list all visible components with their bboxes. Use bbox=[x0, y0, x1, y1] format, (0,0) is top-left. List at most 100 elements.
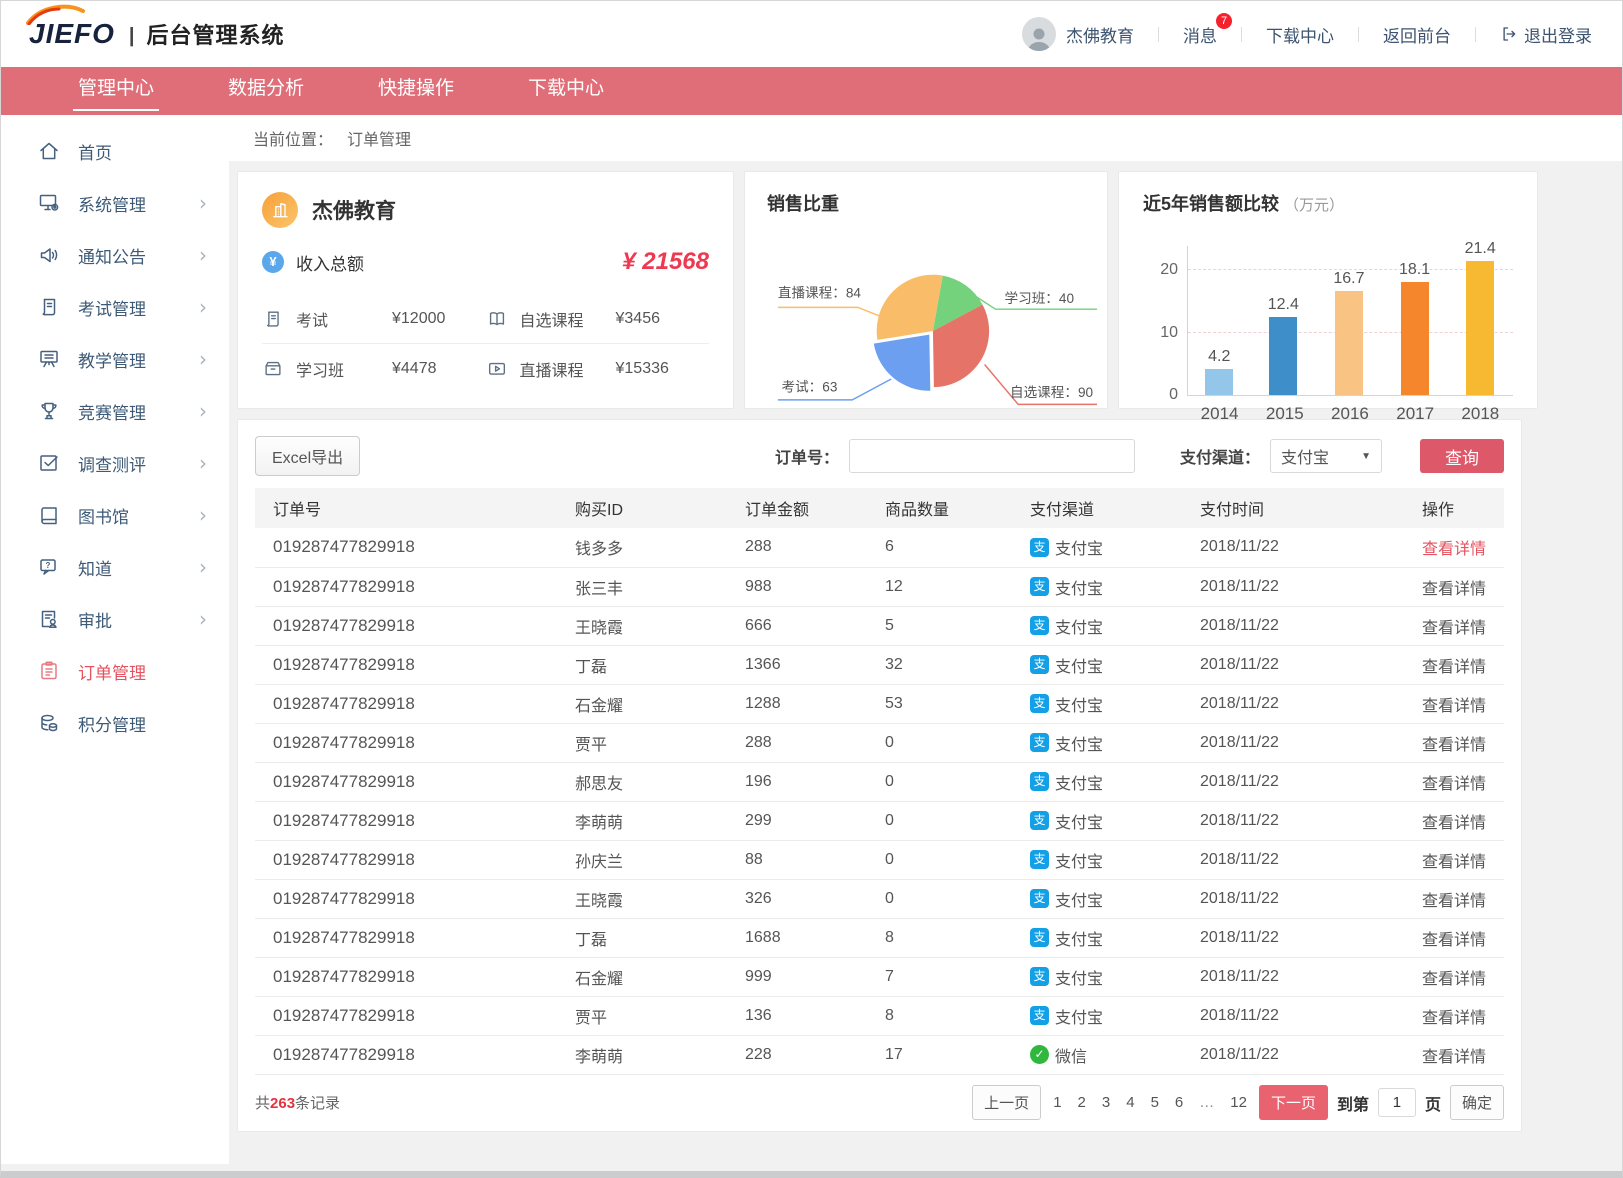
nav-tab-快捷操作[interactable]: 快捷操作 bbox=[341, 67, 491, 115]
alipay-icon: 支 bbox=[1030, 655, 1049, 674]
sidebar-item-图书馆[interactable]: 图书馆› bbox=[1, 489, 229, 541]
view-details-link[interactable]: 查看详情 bbox=[1422, 776, 1486, 793]
view-details-link[interactable]: 查看详情 bbox=[1422, 1049, 1486, 1066]
view-details-link[interactable]: 查看详情 bbox=[1422, 1010, 1486, 1027]
search-button[interactable]: 查询 bbox=[1420, 439, 1504, 473]
bar-chart-unit: （万元） bbox=[1284, 197, 1344, 214]
view-details-link[interactable]: 查看详情 bbox=[1422, 815, 1486, 832]
teaching-icon bbox=[37, 347, 61, 371]
sidebar-item-竞赛管理[interactable]: 竞赛管理› bbox=[1, 385, 229, 437]
view-details-link[interactable]: 查看详情 bbox=[1422, 854, 1486, 871]
pay-channel-select[interactable]: 支付宝 ▼ bbox=[1270, 439, 1382, 473]
excel-export-button[interactable]: Excel导出 bbox=[255, 436, 360, 476]
cell-action: 查看详情 bbox=[1422, 606, 1504, 645]
nav-tab-下载中心[interactable]: 下载中心 bbox=[491, 67, 641, 115]
goto-page-input[interactable] bbox=[1378, 1088, 1416, 1117]
view-details-link[interactable]: 查看详情 bbox=[1422, 737, 1486, 754]
sidebar-item-知道[interactable]: ?知道› bbox=[1, 541, 229, 593]
pay-channel-name: 支付宝 bbox=[1055, 770, 1103, 794]
sales-compare-card: 近5年销售额比较 （万元） 010204.212.416.718.121.4 2… bbox=[1118, 171, 1538, 409]
y-axis-tick: 10 bbox=[1148, 324, 1178, 342]
page-number-5[interactable]: 5 bbox=[1148, 1094, 1162, 1111]
view-details-link[interactable]: 查看详情 bbox=[1422, 893, 1486, 910]
messages-badge: 7 bbox=[1216, 13, 1232, 29]
cell-buyer-id: 郝思友 bbox=[575, 762, 745, 801]
back-to-front-link[interactable]: 返回前台 bbox=[1383, 22, 1451, 47]
main-nav: 管理中心数据分析快捷操作下载中心 bbox=[1, 67, 1622, 115]
exam-small-icon bbox=[262, 308, 284, 330]
points-icon bbox=[37, 711, 61, 735]
alipay-icon: 支 bbox=[1030, 889, 1049, 908]
cell-action: 查看详情 bbox=[1422, 840, 1504, 879]
logout-link[interactable]: 退出登录 bbox=[1500, 22, 1592, 47]
organization-name: 杰佛教育 bbox=[312, 195, 396, 225]
revenue-card: 杰佛教育 ¥ 收入总额 ¥ 21568 考试¥12000自选课程¥3456学习班… bbox=[237, 171, 734, 409]
nav-tab-管理中心[interactable]: 管理中心 bbox=[41, 67, 191, 115]
revenue-total-value: ¥ 21568 bbox=[622, 248, 709, 276]
bar-2017: 18.1 bbox=[1399, 261, 1430, 395]
next-page-button[interactable]: 下一页 bbox=[1259, 1085, 1328, 1120]
bar-chart-title-text: 近5年销售额比较 bbox=[1143, 194, 1279, 214]
wechat-icon: ✓ bbox=[1030, 1045, 1049, 1064]
revenue-card-header: 杰佛教育 bbox=[262, 192, 709, 228]
cell-amount: 196 bbox=[745, 762, 885, 801]
cell-amount: 288 bbox=[745, 528, 885, 567]
sidebar-item-通知公告[interactable]: 通知公告› bbox=[1, 229, 229, 281]
sidebar-item-审批[interactable]: 审批› bbox=[1, 593, 229, 645]
view-details-link[interactable]: 查看详情 bbox=[1422, 659, 1486, 676]
table-row: 019287477829918张三丰98812支支付宝2018/11/22查看详… bbox=[255, 567, 1504, 606]
goto-confirm-button[interactable]: 确定 bbox=[1450, 1085, 1504, 1120]
view-details-link[interactable]: 查看详情 bbox=[1422, 541, 1486, 558]
view-details-link[interactable]: 查看详情 bbox=[1422, 581, 1486, 598]
cell-quantity: 7 bbox=[885, 957, 1030, 996]
user-name[interactable]: 杰佛教育 bbox=[1066, 22, 1134, 47]
cell-pay-time: 2018/11/22 bbox=[1200, 528, 1422, 567]
cell-pay-time: 2018/11/22 bbox=[1200, 1035, 1422, 1074]
cell-action: 查看详情 bbox=[1422, 723, 1504, 762]
cell-quantity: 6 bbox=[885, 528, 1030, 567]
sidebar-item-label: 图书馆 bbox=[78, 503, 129, 528]
survey-icon bbox=[37, 451, 61, 475]
nav-tab-数据分析[interactable]: 数据分析 bbox=[191, 67, 341, 115]
view-details-link[interactable]: 查看详情 bbox=[1422, 698, 1486, 715]
view-details-link[interactable]: 查看详情 bbox=[1422, 971, 1486, 988]
cell-amount: 666 bbox=[745, 606, 885, 645]
page-number-1[interactable]: 1 bbox=[1050, 1094, 1064, 1111]
goto-prefix: 到第 bbox=[1337, 1091, 1369, 1115]
sidebar-item-首页[interactable]: 首页 bbox=[1, 125, 229, 177]
sidebar-item-调查测评[interactable]: 调查测评› bbox=[1, 437, 229, 489]
cell-pay-channel: 支支付宝 bbox=[1030, 606, 1200, 645]
cell-action: 查看详情 bbox=[1422, 684, 1504, 723]
sidebar-item-教学管理[interactable]: 教学管理› bbox=[1, 333, 229, 385]
cell-pay-channel: 支支付宝 bbox=[1030, 801, 1200, 840]
prev-page-button[interactable]: 上一页 bbox=[972, 1085, 1041, 1120]
sidebar-item-label: 教学管理 bbox=[78, 347, 146, 372]
pie-label-学习班: 学习班：40 bbox=[1005, 291, 1075, 306]
cell-order-no: 019287477829918 bbox=[255, 528, 575, 567]
orders-table-card: Excel导出 订单号： 支付渠道： 支付宝 ▼ 查询 订单号购买ID订单金额商… bbox=[237, 419, 1522, 1132]
header-right: 杰佛教育 消息 7 下载中心 返回前台 退出登录 bbox=[1022, 17, 1592, 51]
sidebar-item-订单管理[interactable]: 订单管理 bbox=[1, 645, 229, 697]
bar-rect bbox=[1269, 317, 1297, 395]
messages-link[interactable]: 消息 7 bbox=[1183, 22, 1217, 47]
x-axis-label: 2017 bbox=[1396, 404, 1434, 424]
view-details-link[interactable]: 查看详情 bbox=[1422, 932, 1486, 949]
page-number-12[interactable]: 12 bbox=[1227, 1094, 1250, 1111]
x-axis-label: 2018 bbox=[1461, 404, 1499, 424]
download-center-link[interactable]: 下载中心 bbox=[1266, 22, 1334, 47]
cell-pay-channel: 支支付宝 bbox=[1030, 840, 1200, 879]
page-number-4[interactable]: 4 bbox=[1123, 1094, 1137, 1111]
page-number-3[interactable]: 3 bbox=[1099, 1094, 1113, 1111]
sidebar-item-积分管理[interactable]: 积分管理 bbox=[1, 697, 229, 749]
page-number-2[interactable]: 2 bbox=[1075, 1094, 1089, 1111]
cell-buyer-id: 丁磊 bbox=[575, 645, 745, 684]
sidebar-item-考试管理[interactable]: 考试管理› bbox=[1, 281, 229, 333]
sidebar-item-系统管理[interactable]: 系统管理› bbox=[1, 177, 229, 229]
page-number-6[interactable]: 6 bbox=[1172, 1094, 1186, 1111]
revenue-item-直播课程: 直播课程¥15336 bbox=[486, 344, 710, 394]
cell-pay-channel: 支支付宝 bbox=[1030, 684, 1200, 723]
view-details-link[interactable]: 查看详情 bbox=[1422, 620, 1486, 637]
top-header: JIEFO | 后台管理系统 杰佛教育 消息 7 下载中心 返回前台 退出登录 bbox=[1, 1, 1622, 67]
order-no-input[interactable] bbox=[849, 439, 1135, 473]
user-avatar[interactable] bbox=[1022, 17, 1056, 51]
